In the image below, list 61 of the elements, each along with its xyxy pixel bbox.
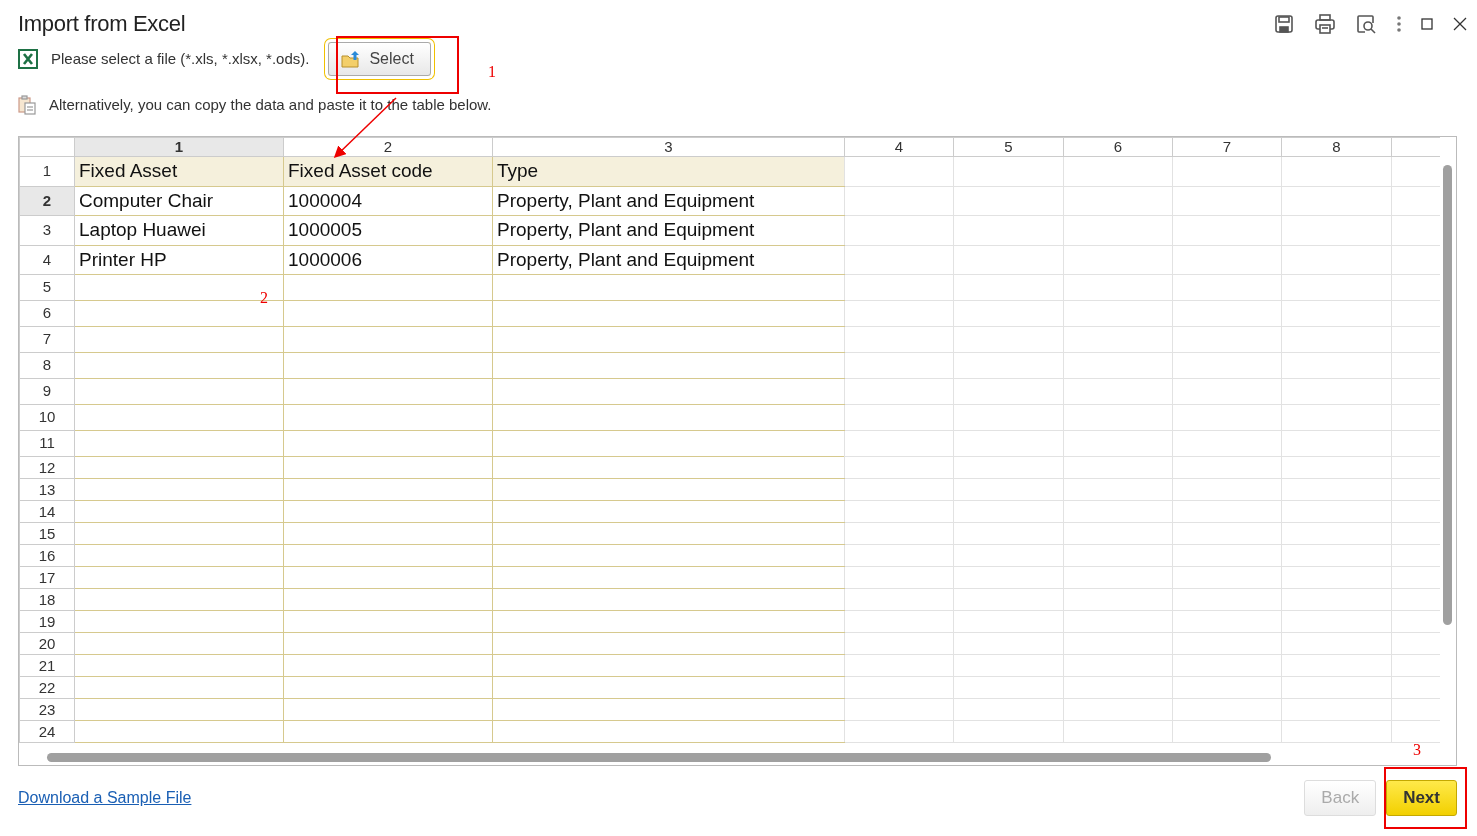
window-title: Import from Excel bbox=[18, 12, 186, 35]
row-header[interactable]: 2 bbox=[19, 186, 75, 216]
save-icon[interactable] bbox=[1274, 13, 1294, 34]
paste-hint-text: Alternatively, you can copy the data and paste it to the table below. bbox=[49, 94, 492, 115]
row-header[interactable]: 3 bbox=[19, 215, 75, 245]
table-cell[interactable]: Printer HP bbox=[74, 245, 284, 275]
row-header[interactable]: 16 bbox=[19, 544, 75, 567]
row-header[interactable]: 1 bbox=[19, 156, 75, 186]
row-header[interactable]: 14 bbox=[19, 500, 75, 523]
scrollbar-thumb[interactable] bbox=[47, 753, 1271, 762]
clipboard-icon bbox=[18, 95, 36, 115]
row-header[interactable]: 5 bbox=[19, 274, 75, 301]
wizard-button[interactable]: Next bbox=[1386, 780, 1457, 816]
row-header[interactable]: 13 bbox=[19, 478, 75, 501]
row-header[interactable]: 24 bbox=[19, 720, 75, 743]
column-header[interactable]: 8 bbox=[1281, 137, 1392, 157]
row-header[interactable]: 15 bbox=[19, 522, 75, 545]
more-icon[interactable] bbox=[1397, 15, 1401, 32]
column-header[interactable]: 4 bbox=[844, 137, 954, 157]
row-header[interactable]: 12 bbox=[19, 456, 75, 479]
search-icon[interactable] bbox=[1356, 13, 1377, 34]
column-header[interactable]: 2 bbox=[283, 137, 493, 157]
column-header[interactable]: 6 bbox=[1063, 137, 1173, 157]
row-header[interactable]: 20 bbox=[19, 632, 75, 655]
row-header[interactable]: 10 bbox=[19, 404, 75, 431]
table-cell[interactable]: Type bbox=[492, 156, 845, 186]
annotation-number: 1 bbox=[488, 62, 496, 82]
column-header[interactable]: 7 bbox=[1172, 137, 1282, 157]
row-header[interactable]: 8 bbox=[19, 352, 75, 379]
annotation-number: 2 bbox=[260, 288, 268, 308]
table-cell[interactable]: Computer Chair bbox=[74, 186, 284, 216]
close-icon[interactable] bbox=[1453, 16, 1467, 31]
table-cell[interactable]: 1000004 bbox=[283, 186, 493, 216]
table-cell[interactable]: Fixed Asset bbox=[74, 156, 284, 186]
column-header[interactable]: 1 bbox=[74, 137, 284, 157]
row-header[interactable]: 6 bbox=[19, 300, 75, 327]
column-header[interactable]: 5 bbox=[953, 137, 1064, 157]
spreadsheet-grid[interactable] bbox=[18, 136, 1457, 766]
folder-upload-icon bbox=[341, 50, 362, 68]
table-cell[interactable]: 1000005 bbox=[283, 215, 493, 245]
row-header[interactable]: 7 bbox=[19, 326, 75, 353]
scrollbar-thumb[interactable] bbox=[1443, 165, 1452, 625]
row-header[interactable]: 18 bbox=[19, 588, 75, 611]
row-header[interactable]: 22 bbox=[19, 676, 75, 699]
row-header[interactable]: 11 bbox=[19, 430, 75, 457]
column-header[interactable]: 3 bbox=[492, 137, 845, 157]
annotation-number: 3 bbox=[1413, 740, 1421, 760]
table-cell[interactable]: Fixed Asset code bbox=[283, 156, 493, 186]
row-header[interactable]: 21 bbox=[19, 654, 75, 677]
table-cell[interactable]: Laptop Huawei bbox=[74, 215, 284, 245]
row-header[interactable]: 17 bbox=[19, 566, 75, 589]
spreadsheet-icon bbox=[18, 49, 38, 69]
table-cell[interactable]: 1000006 bbox=[283, 245, 493, 275]
print-icon[interactable] bbox=[1314, 13, 1336, 34]
row-header[interactable]: 23 bbox=[19, 698, 75, 721]
file-prompt-text: Please select a file (*.xls, *.xlsx, *.ods). bbox=[51, 48, 310, 69]
row-header[interactable]: 9 bbox=[19, 378, 75, 405]
row-header[interactable]: 4 bbox=[19, 245, 75, 275]
download-sample-link[interactable]: Download a Sample File bbox=[18, 785, 192, 810]
row-header[interactable]: 19 bbox=[19, 610, 75, 633]
maximize-icon[interactable] bbox=[1421, 17, 1433, 30]
